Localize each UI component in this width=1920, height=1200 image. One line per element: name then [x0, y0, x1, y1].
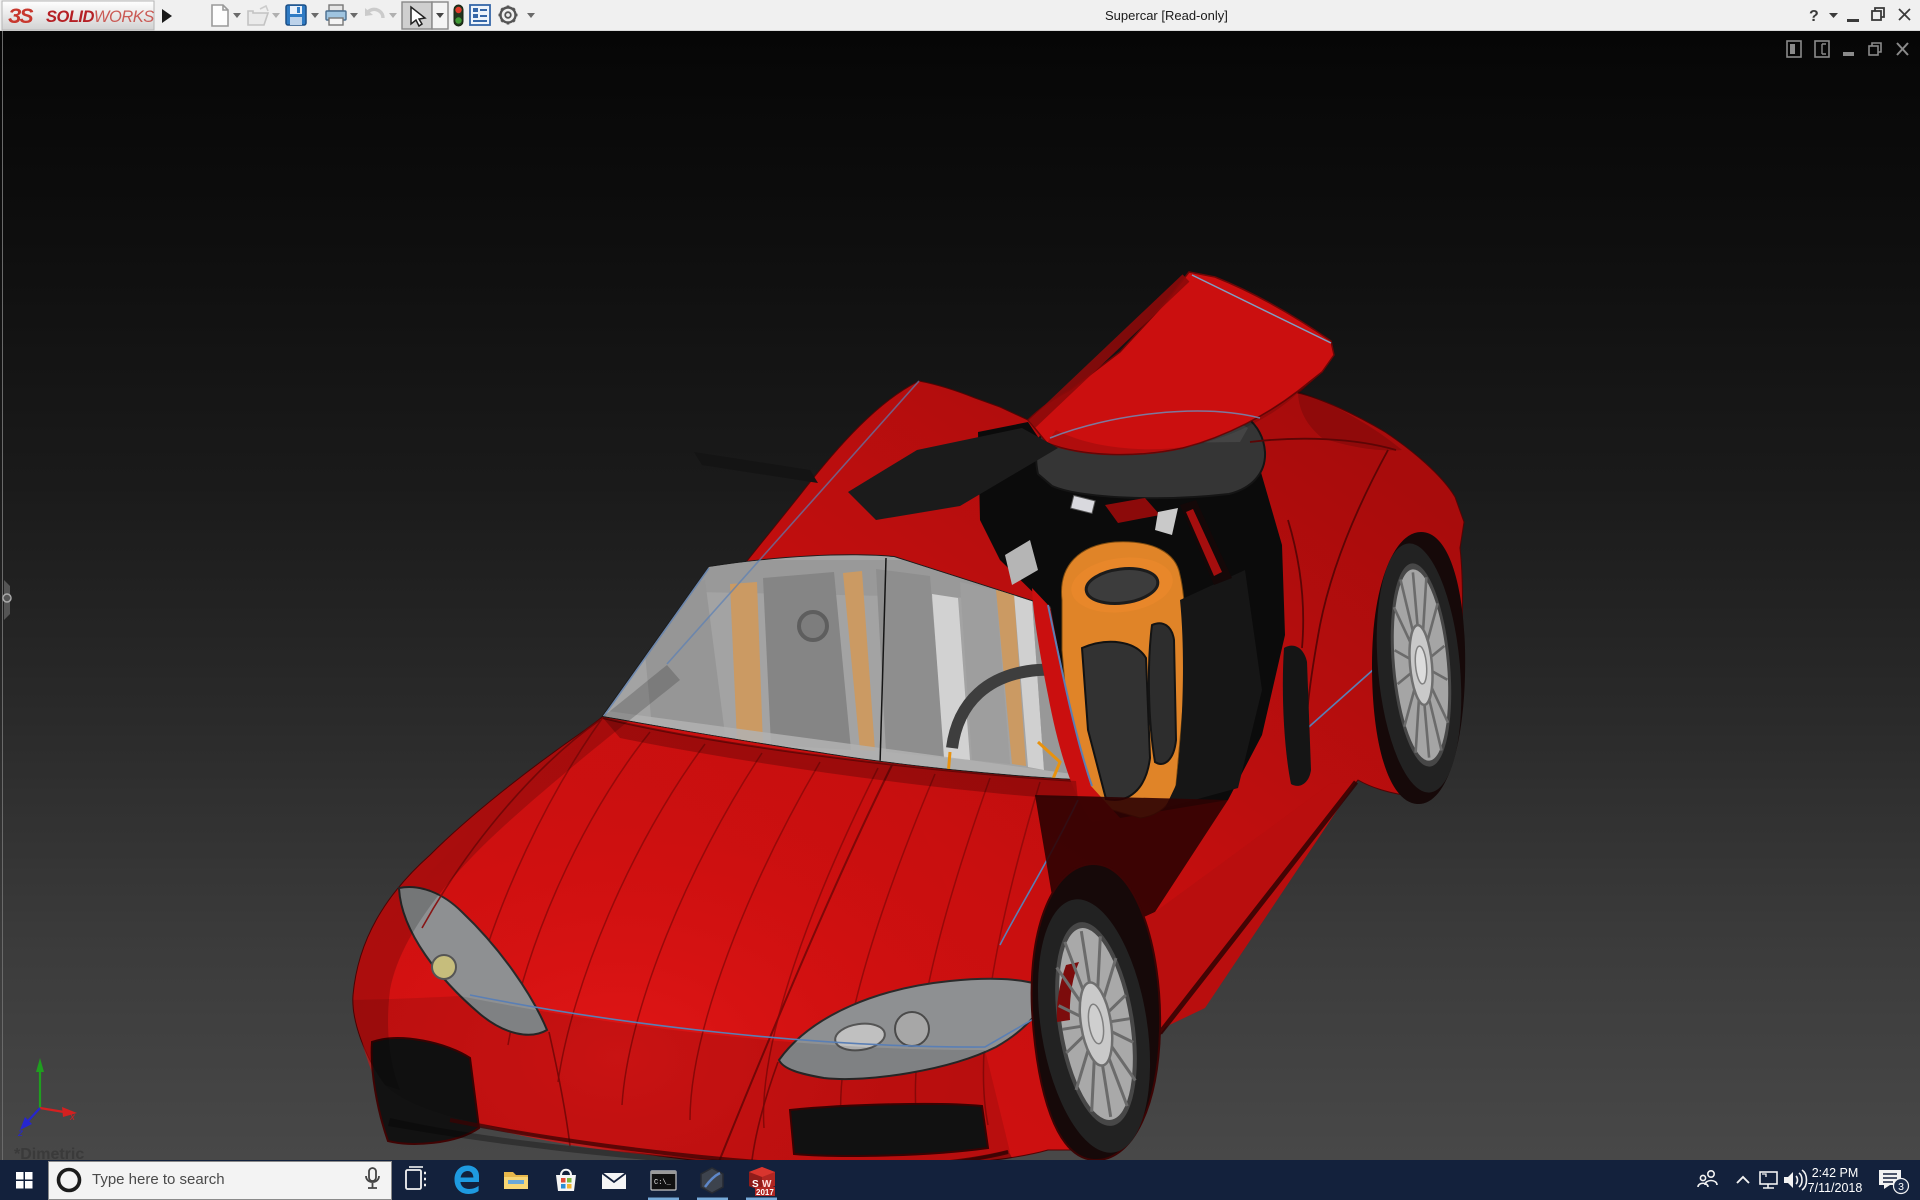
svg-text:SOLIDWORKS: SOLIDWORKS: [46, 8, 154, 26]
svg-text:ЗS: ЗS: [8, 5, 33, 28]
svg-text:2017: 2017: [756, 1188, 774, 1197]
svg-text:C:\_: C:\_: [654, 1179, 672, 1187]
svg-text:3: 3: [1898, 1181, 1904, 1193]
svg-text:z: z: [17, 1128, 23, 1139]
svg-text:2:42 PM: 2:42 PM: [1812, 1166, 1859, 1180]
svg-text:x: x: [69, 1112, 76, 1123]
svg-text:?: ?: [1809, 8, 1819, 25]
svg-text:7/11/2018: 7/11/2018: [1808, 1181, 1863, 1195]
